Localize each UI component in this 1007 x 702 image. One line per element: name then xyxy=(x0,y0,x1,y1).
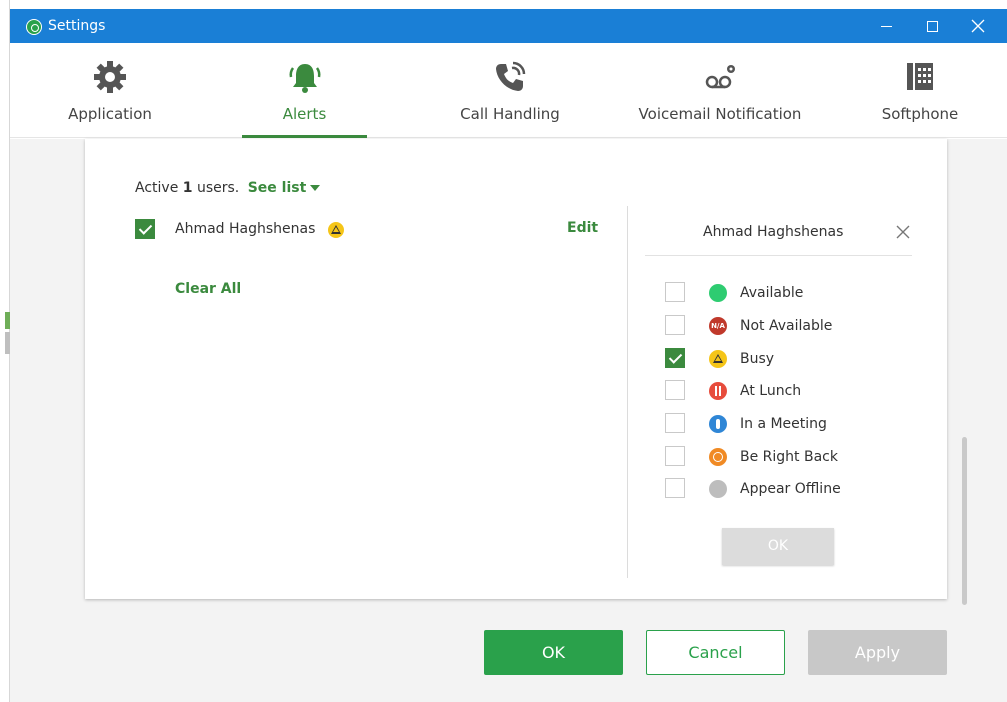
edit-user-link[interactable]: Edit xyxy=(567,220,598,236)
status-label-busy: Busy xyxy=(740,351,775,367)
status-label-at-lunch: At Lunch xyxy=(740,383,802,399)
app-logo-icon xyxy=(26,19,42,35)
tab-call-handling-label: Call Handling xyxy=(460,105,560,123)
tab-application[interactable]: Application xyxy=(60,43,160,136)
tab-alerts-label: Alerts xyxy=(282,105,327,123)
desk-phone-icon xyxy=(907,63,933,90)
tab-alerts[interactable]: Alerts xyxy=(242,43,367,138)
bell-icon xyxy=(289,64,320,93)
status-row-available: Available xyxy=(665,282,905,304)
status-panel-divider xyxy=(645,255,912,256)
busy-status-icon xyxy=(709,350,727,368)
status-checkbox-not-available[interactable] xyxy=(665,315,685,335)
maximize-icon xyxy=(926,20,938,32)
status-row-at-lunch: At Lunch xyxy=(665,380,905,402)
active-users-count: 1 xyxy=(182,180,193,196)
status-ok-button[interactable]: OK xyxy=(722,528,834,565)
maximize-button[interactable] xyxy=(909,9,955,43)
user-name: Ahmad Haghshenas xyxy=(175,221,316,237)
user-checkbox[interactable] xyxy=(135,219,155,239)
offline-status-icon xyxy=(709,480,727,498)
status-label-available: Available xyxy=(740,285,804,301)
active-users-prefix: Active xyxy=(135,180,183,196)
status-row-not-available: N/A Not Available xyxy=(665,315,905,337)
close-icon xyxy=(971,19,985,33)
tab-softphone-label: Softphone xyxy=(881,105,959,123)
lunch-status-icon xyxy=(709,382,727,400)
clock-status-icon xyxy=(709,448,727,466)
status-checkbox-at-lunch[interactable] xyxy=(665,380,685,400)
tab-voicemail-notification[interactable]: Voicemail Notification xyxy=(620,43,820,136)
status-label-appear-offline: Appear Offline xyxy=(740,481,841,497)
settings-tabs: Application Alerts Call Handling Voicema… xyxy=(10,43,1007,138)
active-users-suffix: users. xyxy=(192,180,240,196)
status-row-appear-offline: Appear Offline xyxy=(665,478,905,500)
close-icon[interactable] xyxy=(894,223,912,241)
phone-icon xyxy=(496,61,526,91)
tab-voicemail-notification-label: Voicemail Notification xyxy=(638,105,802,123)
status-checkbox-be-right-back[interactable] xyxy=(665,446,685,466)
voicemail-icon xyxy=(705,65,735,89)
title-bar: Settings xyxy=(10,9,1007,43)
active-tab-indicator xyxy=(242,135,367,138)
status-checkbox-appear-offline[interactable] xyxy=(665,478,685,498)
active-users-summary: Active 1 users. See list xyxy=(135,180,321,196)
tab-call-handling[interactable]: Call Handling xyxy=(435,43,585,136)
close-window-button[interactable] xyxy=(955,9,1001,43)
status-label-not-available: Not Available xyxy=(740,318,833,334)
tab-softphone[interactable]: Softphone xyxy=(865,43,975,136)
minimize-icon xyxy=(880,25,892,27)
status-label-be-right-back: Be Right Back xyxy=(740,449,838,465)
ok-button[interactable]: OK xyxy=(484,630,623,675)
caret-down-icon[interactable] xyxy=(310,185,321,191)
minimize-button[interactable] xyxy=(863,9,909,43)
window-title: Settings xyxy=(48,18,106,34)
gear-icon xyxy=(94,61,126,93)
status-panel-title: Ahmad Haghshenas xyxy=(703,224,844,240)
clear-all-link[interactable]: Clear All xyxy=(175,281,241,297)
meeting-status-icon xyxy=(709,415,727,433)
not-available-status-icon: N/A xyxy=(709,317,727,335)
panel-divider xyxy=(627,206,628,578)
user-row: Ahmad Haghshenas Edit xyxy=(135,219,600,241)
see-list-link[interactable]: See list xyxy=(248,180,307,196)
status-label-in-a-meeting: In a Meeting xyxy=(740,416,827,432)
vertical-scrollbar[interactable] xyxy=(962,437,967,605)
status-row-busy: Busy xyxy=(665,348,905,370)
status-checkbox-in-a-meeting[interactable] xyxy=(665,413,685,433)
status-checkbox-available[interactable] xyxy=(665,282,685,302)
apply-button[interactable]: Apply xyxy=(808,630,947,675)
status-row-in-a-meeting: In a Meeting xyxy=(665,413,905,435)
status-checkbox-busy[interactable] xyxy=(665,348,685,368)
tab-application-label: Application xyxy=(68,105,152,123)
busy-status-icon xyxy=(328,222,344,238)
available-status-icon xyxy=(709,284,727,302)
status-row-be-right-back: Be Right Back xyxy=(665,446,905,468)
cancel-button[interactable]: Cancel xyxy=(646,630,785,675)
